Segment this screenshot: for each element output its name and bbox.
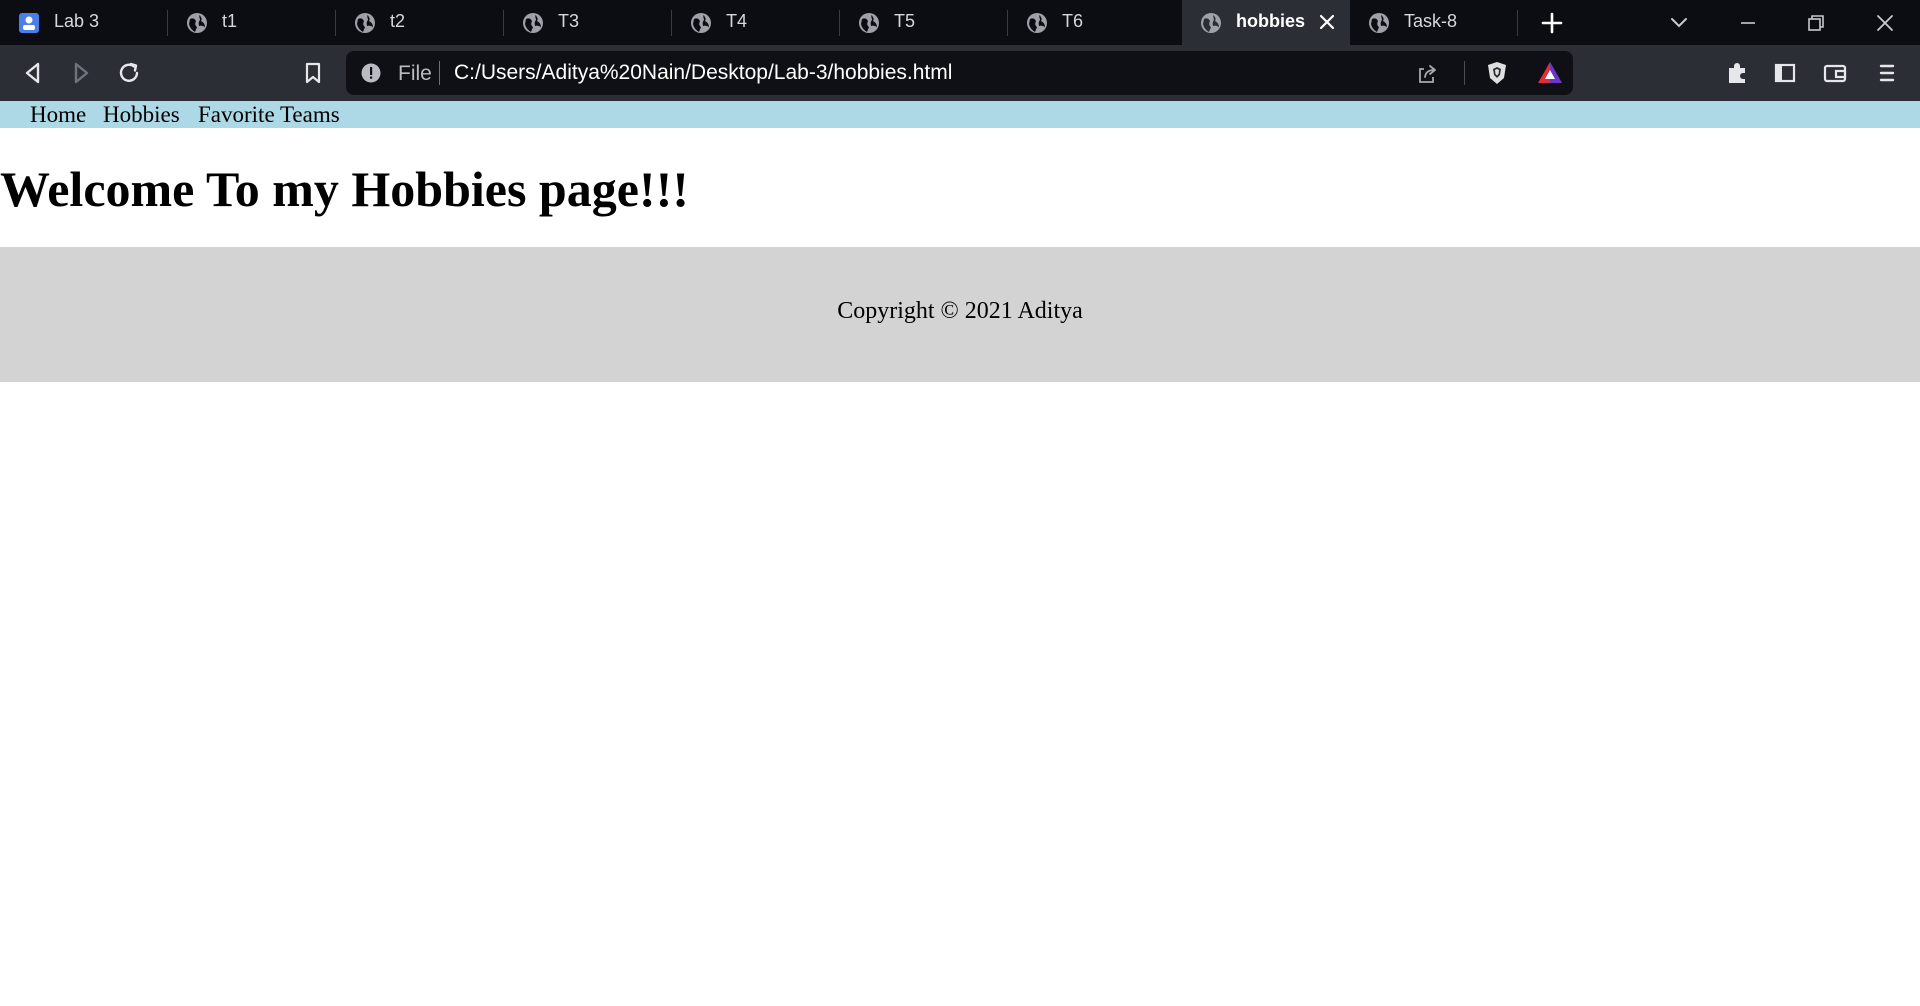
extensions-puzzle-icon[interactable] [1720,56,1754,90]
globe-icon [859,13,879,33]
tab-separator [1517,10,1518,36]
tab-label: T4 [726,11,748,31]
restore-icon[interactable] [1802,9,1830,37]
tab-search-chevron-down-icon[interactable] [1665,9,1693,37]
reload-icon[interactable] [112,56,146,90]
new-tab-plus-icon[interactable] [1538,9,1566,37]
close-window-icon[interactable] [1871,9,1899,37]
scheme-label: File [398,62,432,85]
tab-label: hobbies [1236,11,1306,31]
tab-t5[interactable]: T5 [840,0,1008,45]
back-icon[interactable] [16,56,50,90]
tab-label: Task-8 [1404,11,1458,31]
omnibox-divider [439,61,440,85]
tab-task-8[interactable]: Task-8 [1350,0,1518,45]
tab-label: T3 [558,11,580,31]
globe-icon [691,13,711,33]
menu-hamburger-icon[interactable] [1870,56,1904,90]
browser-toolbar: File C:/Users/Aditya%20Nain/Desktop/Lab-… [0,45,1920,101]
omnibox-divider [1464,61,1465,85]
tab-t2[interactable]: t2 [336,0,504,45]
page-nav-bar: Home Hobbies Favorite Teams [0,101,1920,128]
share-icon[interactable] [1414,61,1440,87]
info-icon[interactable] [360,62,382,84]
minimize-icon[interactable] [1734,9,1762,37]
close-icon[interactable] [1316,11,1338,33]
tab-label: T6 [1062,11,1084,31]
globe-icon [355,13,375,33]
globe-icon [1201,13,1221,33]
tab-t1[interactable]: t1 [168,0,336,45]
globe-icon [523,13,543,33]
forward-icon[interactable] [64,56,98,90]
bookmark-icon[interactable] [296,56,330,90]
page-heading: Welcome To my Hobbies page!!! [0,161,689,217]
nav-link-home[interactable]: Home [30,101,86,128]
tab-label: t2 [390,11,406,31]
nav-link-favorite-teams[interactable]: Favorite Teams [198,101,340,128]
wallet-icon[interactable] [1818,56,1852,90]
nav-link-hobbies[interactable]: Hobbies [103,101,180,128]
brave-rewards-triangle-icon[interactable] [1536,60,1564,86]
tab-lab-3[interactable]: Lab 3 [0,0,168,45]
globe-icon [1369,13,1389,33]
tab-label: t1 [222,11,238,31]
globe-icon [1027,13,1047,33]
sidebar-icon[interactable] [1768,56,1802,90]
brave-shields-icon[interactable] [1483,59,1511,87]
tab-strip: Lab 3 t1 t2 T3 T4 T5 T6 hobbies Task-8 [0,0,1920,45]
tab-hobbies[interactable]: hobbies [1182,0,1350,45]
doc-favicon-icon [19,13,39,33]
tab-label: Lab 3 [54,11,100,31]
page-footer: Copyright © 2021 Aditya [0,247,1920,382]
tab-t4[interactable]: T4 [672,0,840,45]
copyright-text: Copyright © 2021 Aditya [837,298,1083,324]
tab-t6[interactable]: T6 [1008,0,1176,45]
address-bar[interactable]: File C:/Users/Aditya%20Nain/Desktop/Lab-… [346,51,1573,95]
globe-icon [187,13,207,33]
tab-label: T5 [894,11,916,31]
url-text[interactable]: C:/Users/Aditya%20Nain/Desktop/Lab-3/hob… [454,61,952,85]
tab-t3[interactable]: T3 [504,0,672,45]
